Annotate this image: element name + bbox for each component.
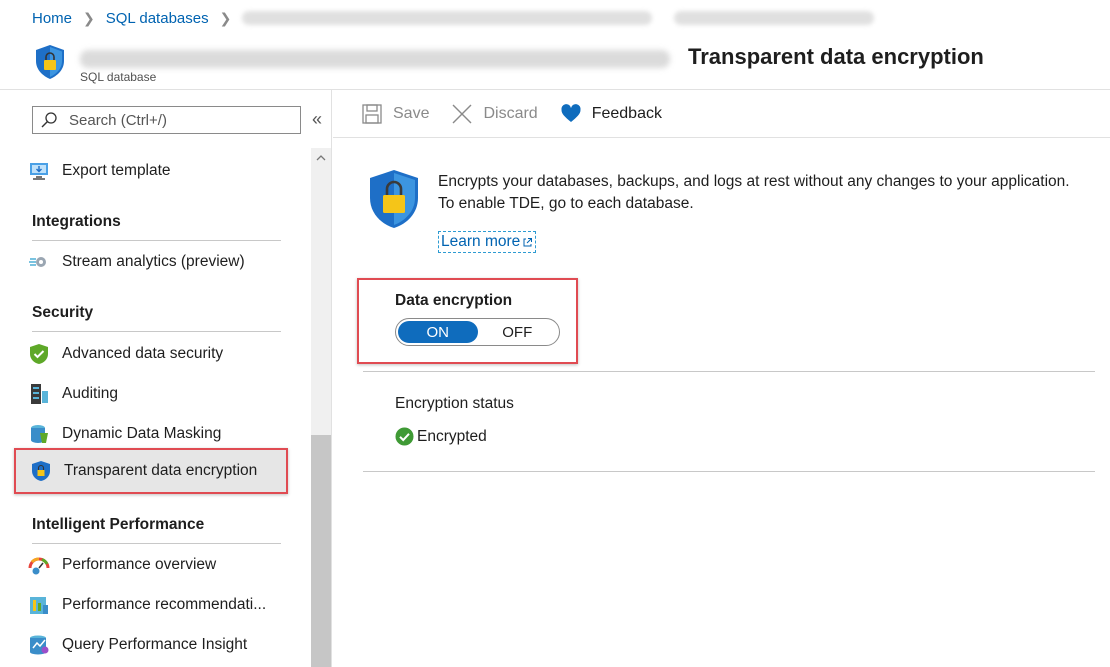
sidebar-item-performance-recommendations[interactable]: Performance recommendati... [28, 590, 266, 620]
section-divider [32, 240, 281, 241]
save-icon [362, 103, 382, 124]
auditing-icon [31, 384, 48, 404]
toggle-off-option[interactable]: OFF [478, 321, 558, 343]
learn-more-label: Learn more [441, 233, 521, 250]
breadcrumb-separator: ❯ [219, 9, 232, 26]
search-icon [41, 112, 57, 128]
data-masking-icon [31, 425, 48, 443]
tde-description-line2: To enable TDE, go to each database. [438, 195, 694, 212]
heart-icon [561, 103, 581, 122]
search-input[interactable]: Search (Ctrl+/) [32, 106, 301, 134]
section-divider [32, 543, 281, 544]
sidebar-item-label: Stream analytics (preview) [62, 253, 245, 270]
sidebar-item-label: Transparent data encryption [64, 462, 258, 479]
query-insight-icon [30, 635, 49, 655]
section-header-intelligent-performance: Intelligent Performance [32, 516, 205, 533]
tde-description-line1: Encrypts your databases, backups, and lo… [438, 173, 1070, 190]
breadcrumb: Home ❯ SQL databases ❯ [0, 0, 1110, 36]
data-encryption-toggle[interactable]: ON OFF [395, 318, 560, 346]
sidebar: Search (Ctrl+/) « Export template Integr… [0, 90, 332, 667]
feedback-label: Feedback [591, 104, 662, 122]
section-header-security: Security [32, 304, 94, 321]
section-divider [32, 331, 281, 332]
scroll-up-icon[interactable] [311, 150, 331, 166]
search-placeholder: Search (Ctrl+/) [69, 111, 167, 129]
sidebar-item-label: Performance recommendati... [62, 596, 267, 613]
feedback-button[interactable]: Feedback [560, 103, 662, 125]
breadcrumb-redacted [242, 11, 653, 25]
sidebar-item-label: Advanced data security [62, 345, 224, 362]
discard-label: Discard [483, 104, 538, 122]
sidebar-item-auditing[interactable]: Auditing [28, 379, 118, 409]
scroll-thumb[interactable] [311, 435, 331, 667]
sidebar-item-dynamic-data-masking[interactable]: Dynamic Data Masking [28, 419, 221, 449]
save-button[interactable]: Save [361, 103, 429, 125]
learn-more-link[interactable]: Learn more [438, 231, 537, 253]
breadcrumb-separator: ❯ [83, 9, 95, 26]
page-subtitle: SQL database [80, 70, 157, 84]
encryption-status-value: Encrypted [417, 427, 487, 445]
sidebar-item-label: Dynamic Data Masking [62, 425, 222, 442]
save-label: Save [393, 104, 430, 122]
performance-gauge-icon [28, 557, 50, 575]
data-encryption-label: Data encryption [395, 292, 513, 309]
breadcrumb-redacted [674, 11, 875, 25]
breadcrumb-home[interactable]: Home [32, 10, 72, 27]
command-bar: Save Discard Feedback [333, 90, 1110, 138]
check-circle-icon [395, 427, 414, 446]
section-divider [363, 371, 1095, 372]
sidebar-item-label: Export template [62, 162, 171, 179]
sidebar-item-performance-overview[interactable]: Performance overview [28, 550, 216, 580]
shield-lock-icon [36, 45, 64, 79]
sidebar-item-transparent-data-encryption[interactable]: Transparent data encryption [14, 448, 288, 494]
stream-analytics-icon [29, 257, 46, 267]
tde-description: Encrypts your databases, backups, and lo… [438, 171, 1070, 215]
encryption-status-label: Encryption status [395, 395, 514, 412]
sidebar-item-advanced-data-security[interactable]: Advanced data security [28, 339, 223, 369]
close-icon [452, 104, 472, 123]
discard-button[interactable]: Discard [451, 103, 538, 125]
page-title: Transparent data encryption [688, 44, 984, 69]
sidebar-item-label: Query Performance Insight [62, 636, 248, 653]
external-link-icon [523, 237, 533, 246]
resource-name-redacted [80, 50, 670, 68]
shield-lock-icon [370, 170, 418, 228]
toggle-on-option[interactable]: ON [398, 321, 478, 343]
performance-recommendations-icon [30, 597, 48, 614]
section-header-integrations: Integrations [32, 213, 121, 230]
shield-lock-icon [32, 461, 50, 481]
collapse-sidebar-button[interactable]: « [308, 108, 326, 130]
breadcrumb-sql-databases[interactable]: SQL databases [106, 10, 209, 27]
sidebar-item-label: Performance overview [62, 556, 217, 573]
sidebar-item-stream-analytics[interactable]: Stream analytics (preview) [28, 247, 245, 277]
sidebar-scrollbar[interactable] [311, 148, 331, 667]
page-header: Transparent data encryption SQL database [0, 36, 1110, 90]
encryption-status: Encrypted [395, 427, 487, 446]
sidebar-item-query-performance-insight[interactable]: Query Performance Insight [28, 630, 247, 660]
export-template-icon [30, 163, 48, 180]
sidebar-item-label: Auditing [62, 385, 119, 402]
sidebar-item-export-template[interactable]: Export template [28, 156, 171, 186]
shield-check-icon [30, 344, 48, 364]
section-divider [363, 471, 1095, 472]
